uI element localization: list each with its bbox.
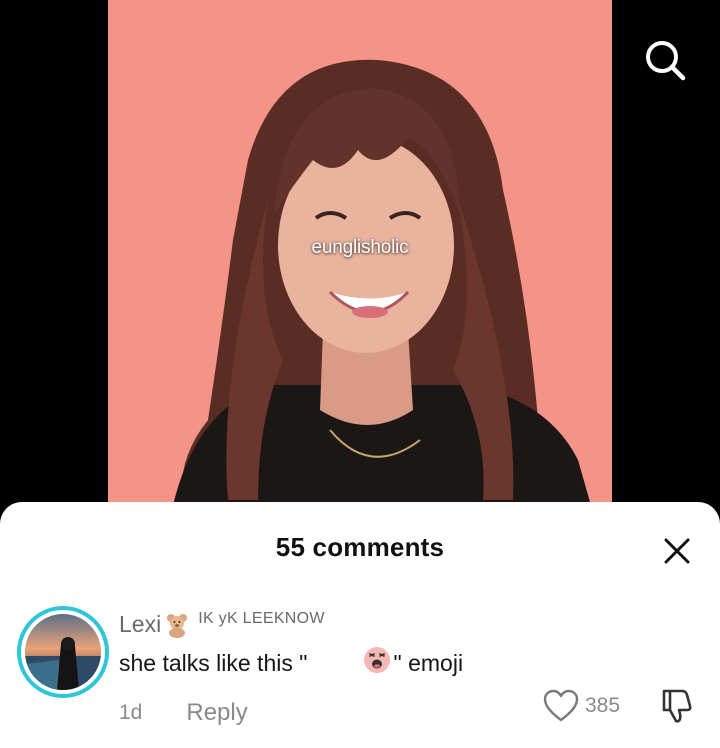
video-frame[interactable]: eunglisholic bbox=[108, 0, 612, 530]
heart-icon bbox=[543, 689, 579, 722]
like-button[interactable]: 385 bbox=[543, 688, 620, 724]
comments-count-title: 55 comments bbox=[275, 532, 445, 562]
comment-author-name[interactable]: Lexi bbox=[119, 608, 161, 640]
close-comments-button[interactable] bbox=[657, 531, 697, 571]
avatar[interactable] bbox=[17, 606, 109, 698]
comment-text-after-emoji: " emoji bbox=[393, 649, 464, 676]
close-icon bbox=[664, 538, 690, 564]
comment-text-before-emoji: she talks like this " bbox=[119, 649, 308, 676]
comment-text: she talks like this " " emoji bbox=[119, 646, 463, 680]
video-frame-image bbox=[168, 59, 598, 530]
comment-timestamp: 1d bbox=[119, 701, 143, 724]
shocked-face-emoji-icon bbox=[311, 619, 390, 707]
search-icon bbox=[646, 41, 686, 81]
reply-button[interactable]: Reply bbox=[186, 699, 247, 727]
comment-author-row: Lexi IK yK LEEKNOW bbox=[119, 608, 325, 640]
search-button[interactable] bbox=[640, 35, 690, 85]
comment-author-tag: IK yK LEEKNOW bbox=[198, 610, 325, 627]
like-count: 385 bbox=[585, 694, 621, 717]
dislike-button[interactable] bbox=[659, 687, 695, 725]
avatar-image bbox=[25, 614, 101, 690]
thumbs-down-icon bbox=[662, 689, 692, 723]
comments-sheet: 55 comments Lexi IK yK LEEKNOW she talks… bbox=[0, 502, 720, 748]
teddy-bear-icon bbox=[164, 612, 190, 643]
video-watermark: eunglisholic bbox=[311, 237, 409, 258]
comment-meta-row: 1d Reply bbox=[119, 698, 248, 728]
